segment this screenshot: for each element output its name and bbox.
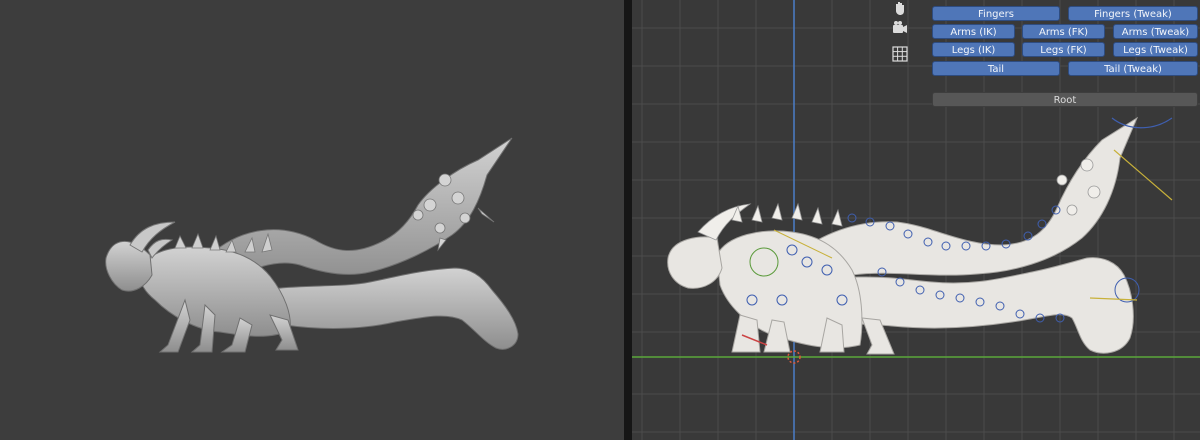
layer-button-legs-fk[interactable]: Legs (FK)	[1022, 42, 1105, 57]
layer-button-legs-tweak[interactable]: Legs (Tweak)	[1113, 42, 1198, 57]
layer-button-arms-fk[interactable]: Arms (FK)	[1022, 24, 1105, 39]
grid-ortho-icon[interactable]	[888, 42, 912, 66]
camera-icon[interactable]	[888, 16, 912, 40]
dragon-sculpt	[105, 137, 519, 353]
layer-button-fingers[interactable]: Fingers	[932, 6, 1060, 21]
viewport-divider[interactable]	[624, 0, 632, 440]
layer-button-legs-ik[interactable]: Legs (IK)	[932, 42, 1015, 57]
layer-button-arms-ik[interactable]: Arms (IK)	[932, 24, 1015, 39]
sculpt-viewport[interactable]	[0, 0, 624, 440]
rig-viewport[interactable]: Fingers Fingers (Tweak) Arms (IK) Arms (…	[632, 0, 1200, 440]
layer-button-fingers-tweak[interactable]: Fingers (Tweak)	[1068, 6, 1198, 21]
layer-button-tail-tweak[interactable]: Tail (Tweak)	[1068, 61, 1198, 76]
layer-button-arms-tweak[interactable]: Arms (Tweak)	[1113, 24, 1198, 39]
layer-button-root[interactable]: Root	[932, 92, 1198, 107]
rig-layers-panel: Fingers Fingers (Tweak) Arms (IK) Arms (…	[930, 0, 1200, 112]
layer-button-tail[interactable]: Tail	[932, 61, 1060, 76]
